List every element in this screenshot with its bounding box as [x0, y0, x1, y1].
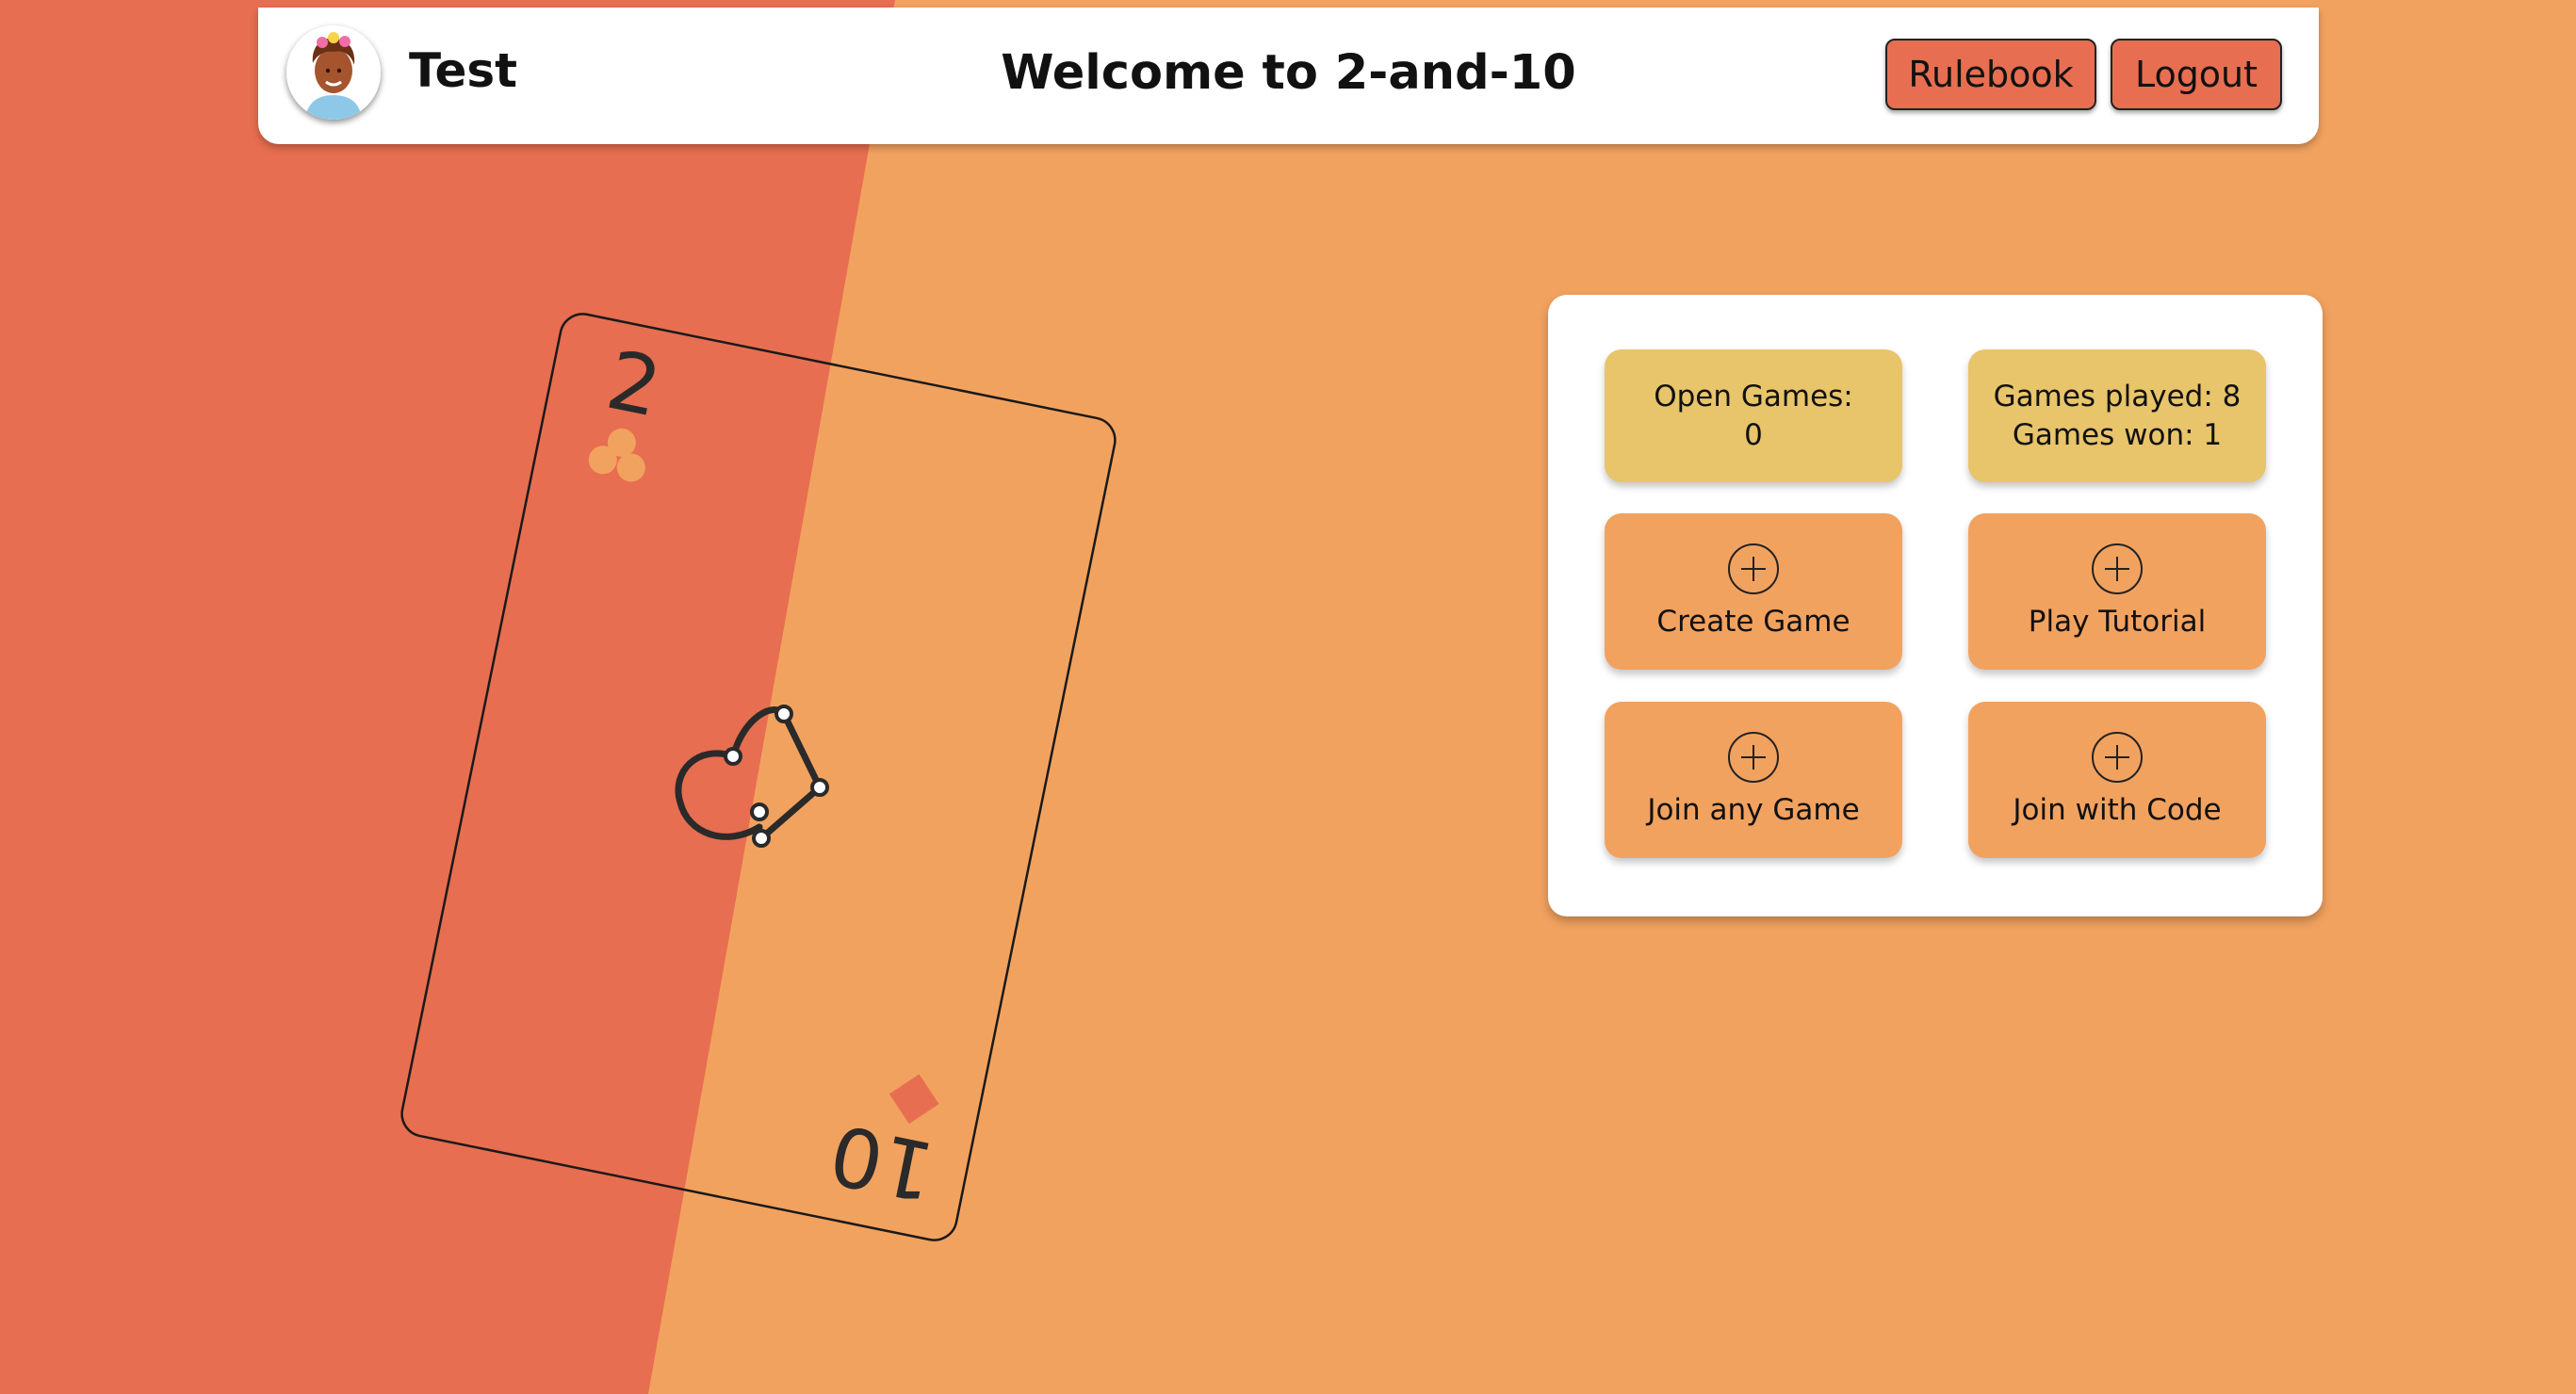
create-game-button[interactable]: Create Game — [1605, 513, 1902, 670]
open-games-count: 0 — [1744, 417, 1763, 452]
create-game-label: Create Game — [1656, 604, 1850, 639]
avatar[interactable] — [286, 25, 381, 120]
join-with-code-label: Join with Code — [2013, 792, 2222, 827]
plus-circle-icon — [1727, 731, 1780, 784]
logout-button[interactable]: Logout — [2111, 39, 2282, 110]
plus-circle-icon — [2091, 731, 2144, 784]
top-header: Test Welcome to 2-and-10 Rulebook Logout — [258, 8, 2319, 144]
open-games-tile: Open Games: 0 — [1605, 349, 1902, 482]
avatar-icon — [286, 25, 381, 120]
open-games-label: Open Games: — [1654, 380, 1853, 414]
page-background: 2 10 Test Welcome to 2-and-10 Rulebook L… — [0, 0, 2576, 1394]
join-any-game-label: Join any Game — [1647, 792, 1860, 827]
rulebook-button[interactable]: Rulebook — [1885, 39, 2096, 110]
play-tutorial-button[interactable]: Play Tutorial — [1968, 513, 2266, 670]
username: Test — [409, 43, 518, 98]
stats-tile: Games played: 8 Games won: 1 — [1968, 349, 2266, 482]
games-won-stat: Games won: 1 — [2012, 417, 2223, 452]
games-played-stat: Games played: 8 — [1993, 380, 2242, 414]
plus-circle-icon — [2091, 543, 2144, 595]
join-with-code-button[interactable]: Join with Code — [1968, 702, 2266, 858]
plus-circle-icon — [1727, 543, 1780, 595]
play-tutorial-label: Play Tutorial — [2028, 604, 2207, 639]
lobby-panel: Open Games: 0 Games played: 8 Games won:… — [1548, 295, 2323, 916]
join-any-game-button[interactable]: Join any Game — [1605, 702, 1902, 858]
